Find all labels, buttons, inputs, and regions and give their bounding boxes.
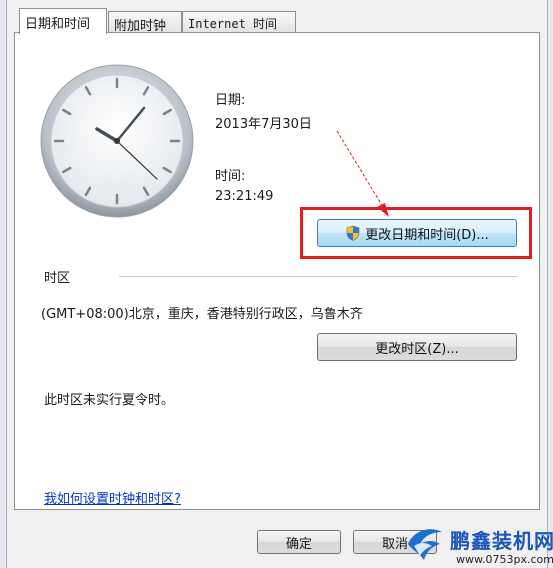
change-timezone-label: 更改时区(Z)... [375,341,459,357]
tab-internet-time[interactable]: Internet 时间 [182,11,296,33]
ok-button[interactable]: 确定 [257,530,341,554]
timezone-divider [119,276,517,277]
timezone-section-label: 时区 [44,271,71,286]
shield-icon [346,225,360,241]
change-date-time-label: 更改日期和时间(D)... [365,227,489,243]
tab-date-time[interactable]: 日期和时间 [19,8,107,34]
watermark: 鹏鑫装机网 www.0753px.com [400,520,553,568]
change-timezone-button[interactable]: 更改时区(Z)... [317,333,517,361]
time-value: 23:21:49 [215,189,274,204]
window-left-border [0,0,7,568]
dst-note: 此时区未实行夏令时。 [44,393,175,408]
window-right-border [547,0,553,568]
watermark-logo [408,529,442,560]
time-label: 时间: [215,169,246,184]
tab-panel: 日期: 2013年7月30日 时间: 23:21:49 更改日期和时间(D)..… [14,32,540,510]
date-label: 日期: [215,93,246,108]
date-value: 2013年7月30日 [215,117,312,132]
tab-additional-clocks[interactable]: 附加时钟 [108,11,182,34]
change-date-time-button[interactable]: 更改日期和时间(D)... [317,219,517,247]
help-link[interactable]: 我如何设置时钟和时区? [44,488,181,507]
current-timezone: (GMT+08:00)北京，重庆，香港特别行政区，乌鲁木齐 [41,307,363,322]
watermark-url: www.0753px.com [456,553,553,566]
analog-clock [40,64,194,218]
watermark-brand: 鹏鑫装机网 [450,529,553,553]
